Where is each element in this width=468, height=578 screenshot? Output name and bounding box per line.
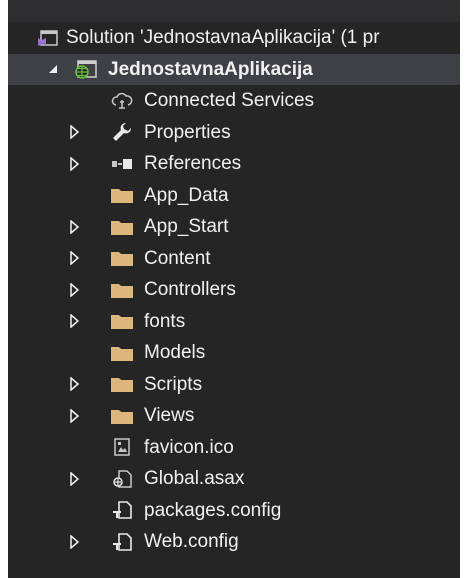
folder-icon: [110, 369, 134, 401]
solution-tree: Solution 'JednostavnaAplikacija' (1 pr J…: [8, 22, 460, 558]
tree-item-favicon[interactable]: favicon.ico: [8, 432, 460, 464]
collapsed-arrow-icon[interactable]: [66, 274, 84, 306]
collapsed-arrow-icon[interactable]: [66, 400, 84, 432]
expanded-arrow-icon[interactable]: [44, 54, 62, 86]
connected-services-icon: [110, 85, 134, 117]
tree-item-controllers[interactable]: Controllers: [8, 274, 460, 306]
tree-item-label: Connected Services: [144, 90, 315, 111]
tree-item-properties[interactable]: Properties: [8, 117, 460, 149]
tree-item-web-config[interactable]: Web.config: [8, 526, 460, 558]
panel-toolbar-strip: [8, 0, 460, 22]
tree-item-label: Solution 'JednostavnaAplikacija' (1 pr: [66, 27, 380, 48]
tree-item-label: Content: [144, 247, 211, 269]
tree-item-solution[interactable]: Solution 'JednostavnaAplikacija' (1 pr: [8, 22, 460, 54]
tree-item-packages-config[interactable]: packages.config: [8, 495, 460, 527]
tree-item-label: JednostavnaAplikacija: [108, 58, 313, 80]
tree-item-label: Controllers: [144, 279, 236, 300]
tree-item-content[interactable]: Content: [8, 243, 460, 275]
tree-item-global-asax[interactable]: Global.asax: [8, 463, 460, 495]
tree-item-label: Models: [144, 342, 206, 363]
solution-icon: [36, 22, 60, 54]
tree-item-project[interactable]: JednostavnaAplikacija: [8, 53, 460, 86]
folder-icon: [110, 400, 134, 432]
collapsed-arrow-icon[interactable]: [66, 306, 84, 338]
tree-item-label: App_Start: [144, 216, 229, 237]
screenshot-frame: Solution 'JednostavnaAplikacija' (1 pr J…: [0, 0, 468, 578]
global-asax-icon: [110, 463, 134, 495]
tree-item-label: Views: [144, 405, 195, 426]
image-file-icon: [110, 432, 134, 464]
tree-item-label: Properties: [144, 121, 231, 143]
tree-item-label: References: [144, 153, 242, 174]
config-file-icon: [110, 526, 134, 558]
tree-item-fonts[interactable]: fonts: [8, 306, 460, 338]
tree-item-app-data[interactable]: App_Data: [8, 180, 460, 212]
tree-item-scripts[interactable]: Scripts: [8, 369, 460, 401]
solution-explorer-panel: Solution 'JednostavnaAplikacija' (1 pr J…: [8, 0, 460, 578]
collapsed-arrow-icon[interactable]: [66, 463, 84, 495]
folder-icon: [110, 243, 134, 275]
collapsed-arrow-icon[interactable]: [66, 117, 84, 149]
references-icon: [110, 148, 134, 180]
tree-item-label: Global.asax: [144, 468, 245, 489]
collapsed-arrow-icon[interactable]: [66, 526, 84, 558]
tree-item-models[interactable]: Models: [8, 337, 460, 369]
tree-item-label: packages.config: [144, 499, 282, 521]
tree-item-views[interactable]: Views: [8, 400, 460, 432]
tree-item-label: App_Data: [144, 184, 229, 206]
collapsed-arrow-icon[interactable]: [66, 369, 84, 401]
tree-item-label: Scripts: [144, 373, 203, 395]
tree-item-label: Web.config: [144, 531, 239, 552]
tree-item-references[interactable]: References: [8, 148, 460, 180]
folder-icon: [110, 306, 134, 338]
config-file-icon: [110, 495, 134, 527]
collapsed-arrow-icon[interactable]: [66, 243, 84, 275]
web-project-icon: [74, 54, 98, 86]
collapsed-arrow-icon[interactable]: [66, 148, 84, 180]
folder-icon: [110, 337, 134, 369]
collapsed-arrow-icon[interactable]: [66, 211, 84, 243]
tree-item-label: fonts: [144, 310, 186, 332]
tree-item-app-start[interactable]: App_Start: [8, 211, 460, 243]
tree-item-connected-services[interactable]: Connected Services: [8, 85, 460, 117]
folder-icon: [110, 180, 134, 212]
folder-icon: [110, 274, 134, 306]
tree-item-label: favicon.ico: [144, 436, 234, 458]
folder-icon: [110, 211, 134, 243]
wrench-icon: [110, 117, 134, 149]
